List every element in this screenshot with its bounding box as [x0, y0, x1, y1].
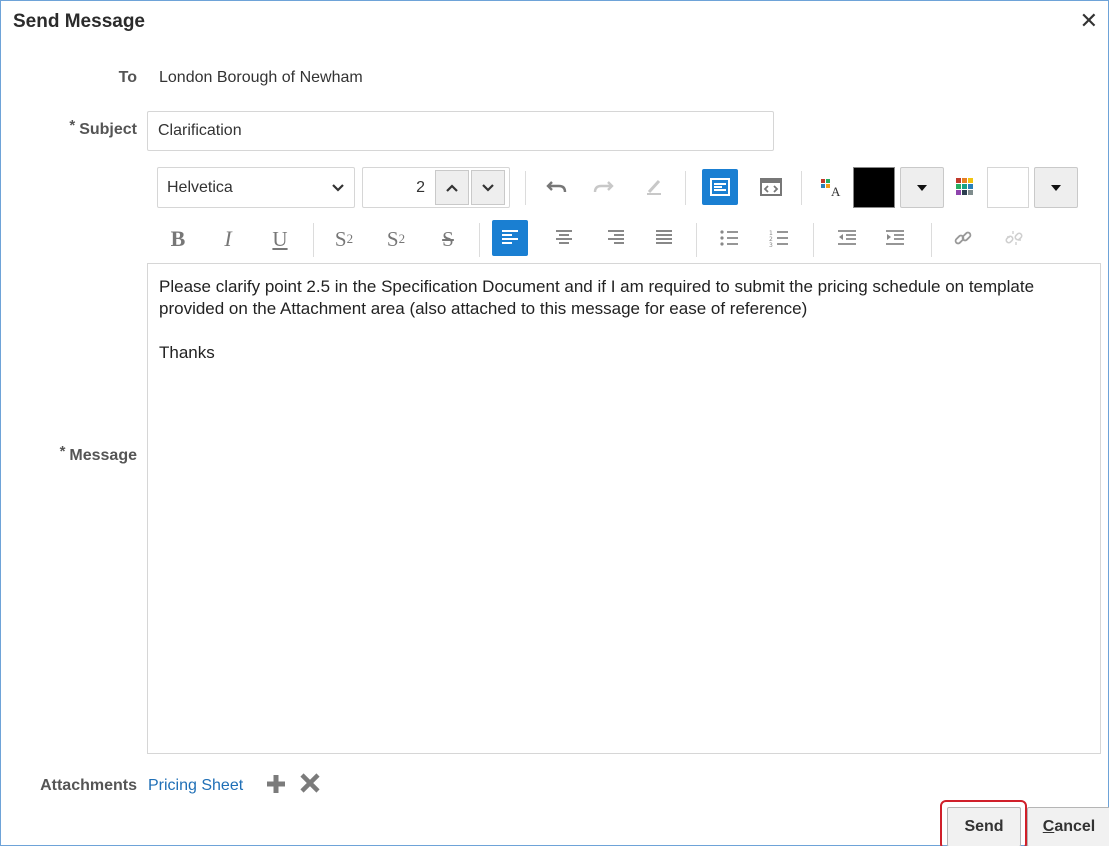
- background-color-dropdown[interactable]: [1034, 167, 1078, 208]
- toolbar-divider: [801, 171, 802, 205]
- strikethrough-button[interactable]: S: [430, 221, 466, 257]
- chevron-up-icon: [446, 183, 458, 192]
- font-size-down-button[interactable]: [471, 170, 505, 205]
- message-label-text: Message: [69, 447, 137, 464]
- toolbar-divider: [313, 223, 314, 257]
- outdent-icon: [838, 230, 856, 245]
- background-color-swatch[interactable]: [987, 167, 1029, 208]
- chevron-down-icon: [482, 183, 494, 192]
- delete-icon: [300, 773, 320, 793]
- rich-text-icon: [710, 178, 730, 196]
- font-size-stepper[interactable]: 2: [362, 167, 510, 208]
- subscript-glyph: S: [334, 226, 347, 251]
- outdent-button[interactable]: [829, 220, 865, 256]
- remove-link-button[interactable]: [996, 220, 1032, 256]
- svg-text:A: A: [831, 184, 841, 197]
- superscript-mark: 2: [398, 231, 406, 246]
- background-color-button[interactable]: [947, 169, 983, 205]
- required-marker: *: [59, 443, 66, 460]
- align-right-button[interactable]: [598, 220, 634, 256]
- numbered-list-icon: 123: [769, 230, 788, 247]
- toolbar-divider: [813, 223, 814, 257]
- text-color-icon: A: [821, 179, 841, 197]
- subject-input[interactable]: [147, 111, 774, 151]
- text-color-swatch[interactable]: [853, 167, 895, 208]
- indent-icon: [886, 230, 904, 245]
- plus-icon: [267, 775, 285, 793]
- align-right-icon: [608, 230, 624, 244]
- italic-button[interactable]: I: [210, 221, 246, 257]
- link-icon: [954, 231, 972, 245]
- remove-attachment-icon[interactable]: [299, 772, 321, 798]
- font-family-select[interactable]: Helvetica: [157, 167, 355, 208]
- align-left-button[interactable]: [492, 220, 528, 256]
- subject-label: * Subject: [41, 117, 137, 139]
- source-code-icon: [760, 178, 782, 196]
- cancel-button[interactable]: Cancel: [1027, 807, 1109, 846]
- to-label: To: [118, 69, 137, 86]
- text-color-button[interactable]: A: [813, 169, 849, 205]
- svg-text:3: 3: [769, 242, 773, 247]
- indent-button[interactable]: [877, 220, 913, 256]
- caret-down-icon: [917, 184, 927, 191]
- required-marker: *: [69, 117, 76, 134]
- subscript-mark: 2: [346, 231, 354, 246]
- font-size-value: 2: [416, 179, 425, 196]
- superscript-button[interactable]: S2: [378, 221, 414, 257]
- toolbar-divider: [696, 223, 697, 257]
- numbered-list-button[interactable]: 123: [761, 220, 797, 256]
- source-mode-button[interactable]: [753, 169, 789, 205]
- cancel-label-rest: ancel: [1054, 818, 1096, 835]
- align-center-icon: [556, 230, 572, 244]
- toolbar-divider: [479, 223, 480, 257]
- insert-link-button[interactable]: [945, 220, 981, 256]
- color-grid-icon: [956, 178, 973, 195]
- undo-button[interactable]: [539, 169, 575, 205]
- cancel-accesskey: C: [1042, 818, 1055, 835]
- attachment-link[interactable]: Pricing Sheet: [148, 777, 243, 795]
- dialog-title: Send Message: [13, 11, 145, 32]
- message-label: * Message: [25, 443, 137, 465]
- toolbar-divider: [685, 171, 686, 205]
- underline-button[interactable]: U: [262, 221, 298, 257]
- rich-text-mode-button[interactable]: [702, 169, 738, 205]
- eraser-icon: [647, 179, 661, 195]
- attachments-label: Attachments: [40, 777, 137, 794]
- clear-formatting-button[interactable]: [637, 169, 673, 205]
- align-center-button[interactable]: [546, 220, 582, 256]
- message-paragraph: Please clarify point 2.5 in the Specific…: [159, 277, 1035, 318]
- chevron-down-icon: [332, 183, 344, 192]
- font-size-up-button[interactable]: [435, 170, 469, 205]
- close-icon[interactable]: ✕: [1080, 9, 1098, 33]
- bold-button[interactable]: B: [160, 221, 196, 257]
- unlink-icon: [1005, 231, 1023, 245]
- bulleted-list-button[interactable]: [711, 220, 747, 256]
- justify-button[interactable]: [646, 220, 682, 256]
- caret-down-icon: [1051, 184, 1061, 191]
- message-editor[interactable]: Please clarify point 2.5 in the Specific…: [147, 263, 1101, 754]
- to-value: London Borough of Newham: [159, 69, 363, 86]
- message-paragraph: Thanks: [159, 343, 215, 362]
- superscript-glyph: S: [386, 226, 399, 251]
- send-button[interactable]: Send: [947, 807, 1021, 846]
- toolbar-divider: [931, 223, 932, 257]
- justify-icon: [656, 230, 672, 244]
- align-left-icon: [502, 230, 518, 244]
- text-color-dropdown[interactable]: [900, 167, 944, 208]
- subscript-button[interactable]: S2: [326, 221, 362, 257]
- toolbar-divider: [525, 171, 526, 205]
- redo-icon: [593, 181, 614, 193]
- send-message-dialog: Send Message ✕ To London Borough of Newh…: [0, 0, 1109, 846]
- font-family-value: Helvetica: [167, 178, 233, 196]
- add-attachment-icon[interactable]: [265, 773, 287, 799]
- bulleted-list-icon: [720, 230, 738, 246]
- redo-button[interactable]: [585, 169, 621, 205]
- undo-icon: [546, 181, 567, 193]
- subject-label-text: Subject: [79, 121, 137, 138]
